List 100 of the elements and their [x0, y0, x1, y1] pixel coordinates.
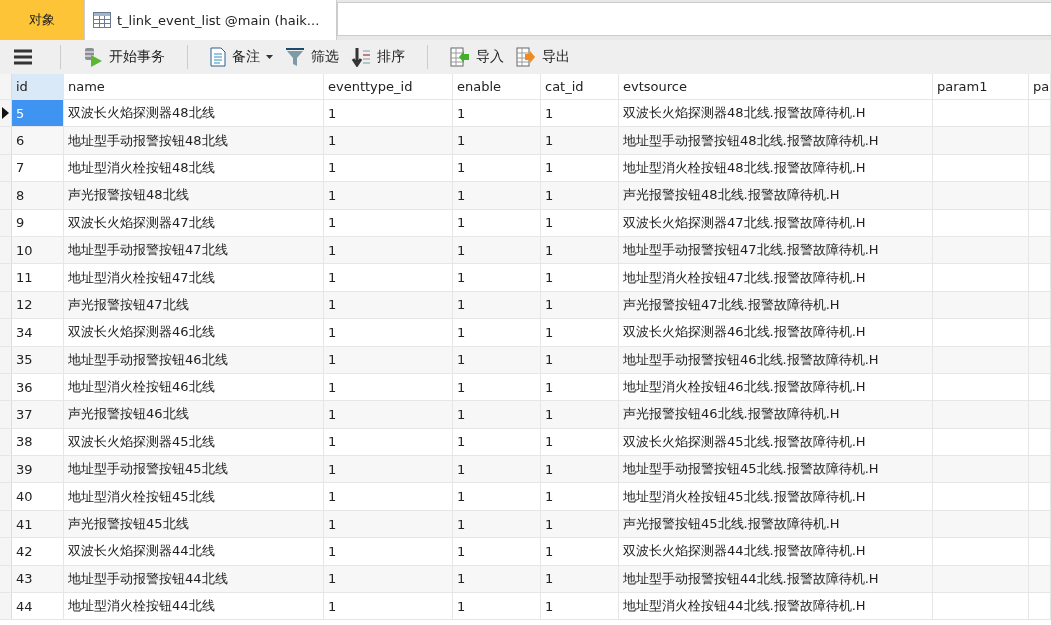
table-cell: 双波长火焰探测器45北线	[64, 428, 324, 456]
table-cell: 1	[324, 510, 453, 538]
table-cell: 1	[453, 100, 541, 127]
table-cell: 1	[541, 538, 619, 565]
table-cell: 1	[541, 291, 619, 319]
table-cell: 1	[453, 565, 541, 593]
row-indicator[interactable]	[0, 100, 12, 127]
table-cell: 1	[541, 182, 619, 209]
table-cell: 10	[12, 236, 64, 264]
table-cell: 声光报警按钮48北线.报警故障待机.H	[619, 182, 933, 209]
table-cell: 1	[453, 483, 541, 510]
table-cell: 34	[12, 319, 64, 346]
table-cell: 地址型消火栓按钮45北线	[64, 483, 324, 510]
table-cell: 1	[453, 209, 541, 236]
table-cell: 11	[12, 264, 64, 291]
table-cell: 1	[324, 483, 453, 510]
table-cell: 1	[324, 154, 453, 182]
table-cell: 1	[541, 319, 619, 346]
table-cell: 35	[12, 346, 64, 373]
column-header[interactable]: cat_id	[541, 74, 619, 99]
table-cell: 1	[541, 565, 619, 593]
table-cell: 地址型消火栓按钮48北线.报警故障待机.H	[619, 154, 933, 182]
table-cell: 39	[12, 456, 64, 483]
toolbar-button[interactable]: 排序	[347, 44, 409, 70]
table-cell: 38	[12, 428, 64, 456]
table-cell: 地址型手动报警按钮45北线.报警故障待机.H	[619, 456, 933, 483]
table-cell: 双波长火焰探测器44北线.报警故障待机.H	[619, 538, 933, 565]
table-cell: 双波长火焰探测器48北线	[64, 100, 324, 127]
column-header[interactable]: pa	[1029, 74, 1051, 99]
toolbar-button[interactable]: 导出	[512, 44, 574, 70]
table-cell: 1	[453, 236, 541, 264]
table-cell: 8	[12, 182, 64, 209]
table-cell: 地址型手动报警按钮45北线	[64, 456, 324, 483]
table-cell: 双波长火焰探测器48北线.报警故障待机.H	[619, 100, 933, 127]
column-header[interactable]: id	[12, 74, 64, 99]
table-cell: 1	[541, 428, 619, 456]
table-cell: 1	[453, 182, 541, 209]
table-cell: 40	[12, 483, 64, 510]
column-header[interactable]: enable	[453, 74, 541, 99]
table-icon	[93, 12, 111, 28]
menu-icon	[14, 49, 32, 65]
database-play-icon	[83, 47, 103, 67]
table-cell: 1	[453, 593, 541, 620]
table-cell: 1	[541, 154, 619, 182]
table-cell: 地址型消火栓按钮44北线.报警故障待机.H	[619, 593, 933, 620]
table-cell: 1	[453, 319, 541, 346]
table-cell: 1	[541, 209, 619, 236]
table-cell: 1	[541, 127, 619, 154]
table-cell: 1	[324, 236, 453, 264]
column-header[interactable]: eventtype_id	[324, 74, 453, 99]
table-cell: 1	[324, 346, 453, 373]
table-cell: 声光报警按钮45北线.报警故障待机.H	[619, 510, 933, 538]
current-row-icon	[2, 107, 9, 120]
table-cell: 1	[324, 182, 453, 209]
column-header[interactable]: param1	[933, 74, 1029, 99]
table-cell: 1	[324, 209, 453, 236]
table-cell: 双波长火焰探测器46北线	[64, 319, 324, 346]
toolbar-button[interactable]: 开始事务	[79, 44, 169, 70]
table-cell: 双波长火焰探测器45北线.报警故障待机.H	[619, 428, 933, 456]
table-cell: 1	[541, 373, 619, 401]
table-cell: 7	[12, 154, 64, 182]
column-header[interactable]: evtsource	[619, 74, 933, 99]
table-cell: 1	[541, 264, 619, 291]
table-cell: 地址型手动报警按钮48北线	[64, 127, 324, 154]
table-cell: 43	[12, 565, 64, 593]
table-cell: 地址型消火栓按钮48北线	[64, 154, 324, 182]
column-header[interactable]: name	[64, 74, 324, 99]
toolbar-button[interactable]: 筛选	[281, 44, 343, 70]
table-cell: 声光报警按钮48北线	[64, 182, 324, 209]
toolbar-button[interactable]: 备注	[206, 44, 277, 70]
table-cell: 1	[453, 264, 541, 291]
tab[interactable]: t_link_event_list @main (haik...	[85, 0, 337, 40]
toolbar-button[interactable]: 导入	[446, 44, 508, 70]
table-cell: 5	[12, 100, 64, 127]
table-cell: 1	[324, 100, 453, 127]
funnel-icon	[285, 47, 305, 67]
table-cell: 37	[12, 401, 64, 428]
table-cell: 1	[324, 428, 453, 456]
table-cell: 1	[324, 319, 453, 346]
table-cell: 1	[453, 373, 541, 401]
table-cell: 地址型手动报警按钮44北线	[64, 565, 324, 593]
table-cell: 1	[324, 593, 453, 620]
table-cell: 1	[541, 346, 619, 373]
table-cell: 1	[453, 428, 541, 456]
table-cell: 地址型手动报警按钮47北线	[64, 236, 324, 264]
table-cell: 41	[12, 510, 64, 538]
table-cell: 1	[453, 401, 541, 428]
document-icon	[210, 47, 226, 67]
table-cell: 双波长火焰探测器47北线	[64, 209, 324, 236]
table-cell: 1	[324, 538, 453, 565]
table-cell: 1	[541, 510, 619, 538]
table-cell: 1	[453, 127, 541, 154]
tab[interactable]: 对象	[0, 0, 85, 40]
table-cell: 1	[453, 154, 541, 182]
table-cell: 1	[324, 373, 453, 401]
table-cell: 1	[541, 483, 619, 510]
table-cell: 1	[324, 127, 453, 154]
table-cell: 声光报警按钮47北线.报警故障待机.H	[619, 291, 933, 319]
caret-icon	[266, 55, 273, 59]
table-cell: 声光报警按钮45北线	[64, 510, 324, 538]
